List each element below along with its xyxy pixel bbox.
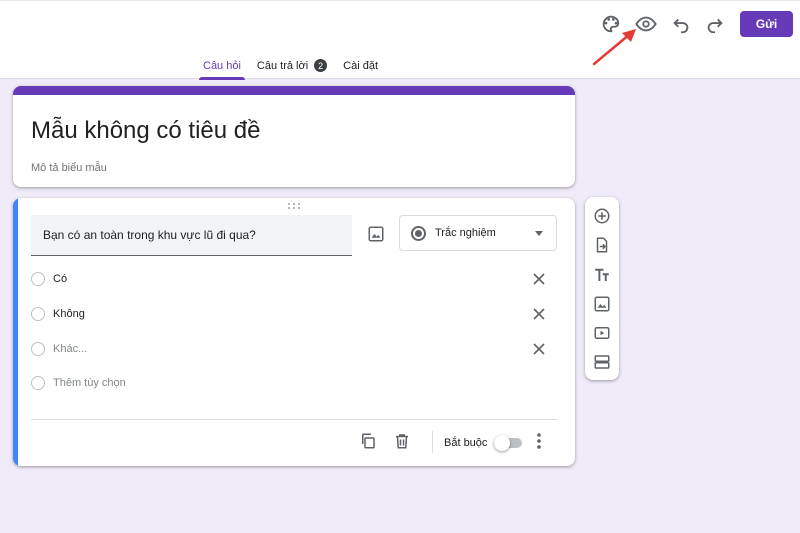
- radio-icon: [31, 272, 45, 286]
- more-options-icon[interactable]: [531, 432, 547, 450]
- add-video-icon[interactable]: [593, 324, 611, 342]
- question-text-input[interactable]: Bạn có an toàn trong khu vực lũ đi qua?: [31, 215, 352, 256]
- form-title[interactable]: Mẫu không có tiêu đề: [31, 117, 261, 145]
- option-row: Có: [31, 269, 561, 289]
- option-label[interactable]: Có: [53, 273, 67, 285]
- add-section-icon[interactable]: [593, 353, 611, 371]
- required-toggle[interactable]: [494, 435, 522, 451]
- app-header: Gửi Câu hỏi Câu trả lời 2 Cài đặt: [0, 0, 800, 80]
- add-option-row: Thêm tùy chọn: [31, 373, 561, 393]
- add-option-label[interactable]: Thêm tùy chọn: [53, 377, 126, 389]
- send-button[interactable]: Gửi: [740, 11, 793, 37]
- dropdown-arrow-icon: [535, 231, 543, 236]
- toggle-knob: [494, 435, 510, 451]
- drag-handle-icon[interactable]: [287, 202, 301, 210]
- radio-icon: [31, 376, 45, 390]
- tab-questions-label: Câu hỏi: [203, 60, 241, 72]
- tab-settings-label: Cài đặt: [343, 60, 379, 72]
- remove-option-icon[interactable]: [531, 271, 547, 287]
- annotation-arrow-icon: [592, 29, 636, 66]
- add-title-icon[interactable]: [593, 266, 611, 284]
- form-description[interactable]: Mô tả biểu mẫu: [31, 162, 107, 174]
- redo-icon[interactable]: [704, 13, 726, 35]
- option-label[interactable]: Không: [53, 308, 85, 320]
- question-type-label: Trắc nghiệm: [435, 227, 496, 239]
- radio-button-icon: [411, 226, 426, 241]
- response-count-badge: 2: [314, 59, 328, 72]
- import-questions-icon[interactable]: [593, 236, 611, 254]
- side-toolbar: [585, 197, 619, 380]
- duplicate-icon[interactable]: [359, 432, 377, 450]
- focus-indicator: [13, 198, 18, 466]
- radio-icon: [31, 307, 45, 321]
- required-label: Bắt buộc: [444, 437, 488, 449]
- footer-vertical-divider: [432, 431, 433, 453]
- option-row: Không: [31, 304, 561, 324]
- undo-icon[interactable]: [670, 13, 692, 35]
- form-title-card: Mẫu không có tiêu đề Mô tả biểu mẫu: [13, 86, 575, 187]
- add-image-icon[interactable]: [367, 225, 385, 243]
- tab-responses-label: Câu trả lời: [256, 60, 309, 72]
- delete-icon[interactable]: [393, 432, 411, 450]
- tab-responses[interactable]: Câu trả lời 2: [250, 51, 334, 80]
- remove-option-icon[interactable]: [531, 341, 547, 357]
- tab-questions[interactable]: Câu hỏi: [196, 51, 248, 80]
- question-type-select[interactable]: Trắc nghiệm: [399, 215, 557, 251]
- remove-option-icon[interactable]: [531, 306, 547, 322]
- add-question-icon[interactable]: [593, 207, 611, 225]
- footer-divider: [31, 419, 557, 420]
- option-row: Khác...: [31, 339, 561, 359]
- tab-settings[interactable]: Cài đặt: [336, 51, 385, 80]
- add-image-icon[interactable]: [593, 295, 611, 313]
- form-tabs: Câu hỏi Câu trả lời 2 Cài đặt: [196, 51, 387, 80]
- radio-icon: [31, 342, 45, 356]
- question-card: Bạn có an toàn trong khu vực lũ đi qua? …: [13, 198, 575, 466]
- option-other-label[interactable]: Khác...: [53, 343, 87, 355]
